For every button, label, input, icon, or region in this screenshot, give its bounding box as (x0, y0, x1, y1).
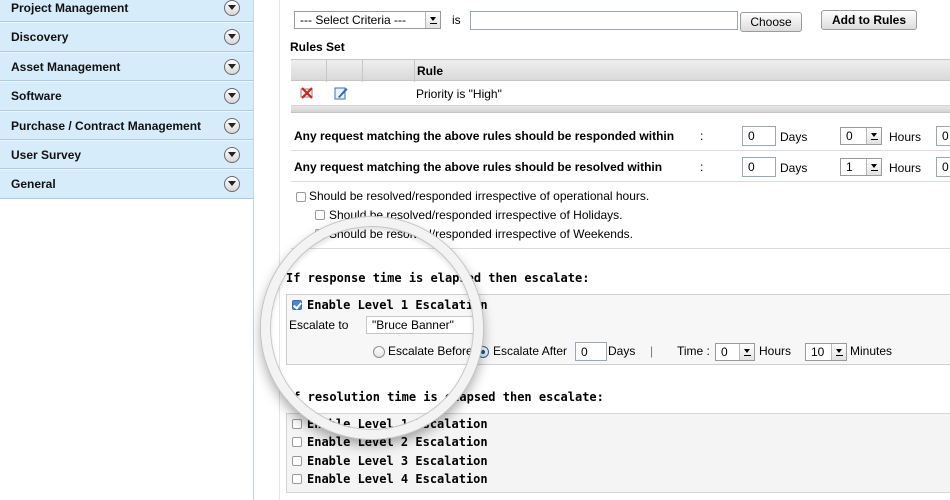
holidays-label: Should be resolved/responded irrespectiv… (329, 208, 623, 222)
divider-pipe: | (650, 344, 654, 358)
criteria-select[interactable]: --- Select Criteria --- (294, 11, 441, 29)
sidebar-item-label: Purchase / Contract Management (11, 118, 202, 133)
escalate-to-input[interactable]: "Bruce Banner" (366, 316, 476, 334)
chevron-down-icon (831, 344, 846, 360)
sidebar-item-general[interactable]: General (0, 169, 253, 199)
sidebar-item-asset-management[interactable]: Asset Management (0, 51, 253, 82)
resolve-days-label: Days (780, 161, 808, 175)
operational-hours-label: Should be resolved/responded irrespectiv… (309, 189, 650, 203)
escalate-days-input[interactable]: 0 (575, 342, 607, 361)
respond-within-label: Any request matching the above rules sho… (294, 129, 675, 143)
respond-days-label: Days (780, 130, 808, 144)
divider (291, 181, 950, 182)
sidebar-item-discovery[interactable]: Discovery (0, 22, 253, 52)
chevron-down-icon[interactable] (224, 0, 240, 16)
resolve-colon: : (700, 160, 704, 174)
resolve-hours-value: 1 (846, 160, 853, 174)
respond-minutes-input[interactable]: 0 (936, 126, 950, 146)
level3-resolution-checkbox[interactable] (292, 456, 302, 466)
level3-resolution-label: Enable Level 3 Escalation (307, 454, 488, 468)
time-label: Time : (677, 344, 710, 358)
resolve-days-input[interactable]: 0 (742, 157, 776, 177)
delete-icon[interactable] (300, 87, 314, 99)
table-row: Priority is "High" (291, 82, 950, 106)
escalate-days-label: Days (608, 344, 636, 358)
sidebar-list: Project Management Discovery Asset Manag… (0, 0, 253, 199)
sidebar-item-label: Asset Management (11, 59, 121, 74)
level1-resolution-label: Enable Level 1 Escalation (307, 417, 488, 431)
content-gutter (256, 0, 280, 500)
chevron-down-icon (866, 128, 881, 144)
criteria-select-value: --- Select Criteria --- (300, 13, 407, 27)
add-to-rules-button[interactable]: Add to Rules (821, 10, 917, 30)
chevron-down-icon[interactable] (224, 58, 240, 75)
resolve-minutes-input[interactable]: 0 (936, 157, 950, 177)
choose-button[interactable]: Choose (740, 12, 802, 32)
escalate-to-label: Escalate to (289, 318, 349, 332)
respond-days-input[interactable]: 0 (742, 126, 776, 146)
holidays-checkbox[interactable] (315, 210, 325, 220)
chevron-down-icon[interactable] (224, 88, 240, 105)
chevron-down-icon[interactable] (224, 146, 240, 163)
edit-icon[interactable] (334, 86, 348, 100)
response-escalation-title: If response time is elapsed then escalat… (286, 271, 590, 285)
respond-hours-value: 0 (846, 129, 853, 143)
sidebar-item-label: Software (11, 89, 62, 104)
chevron-down-icon[interactable] (224, 176, 240, 193)
respond-hours-select[interactable]: 0 (840, 127, 882, 145)
escalate-after-label: Escalate After (493, 344, 568, 358)
level2-resolution-checkbox[interactable] (292, 437, 302, 447)
weekends-label: Should be resolved/responded irrespectiv… (329, 227, 633, 241)
chevron-down-icon (866, 159, 881, 175)
response-escalation-panel: Enable Level 1 Escalation Escalate to "B… (286, 294, 950, 365)
chevron-down-icon[interactable] (224, 117, 240, 134)
level1-resolution-checkbox[interactable] (292, 419, 302, 429)
rules-set-title: Rules Set (290, 40, 345, 54)
weekends-checkbox[interactable] (315, 229, 325, 239)
sidebar: Project Management Discovery Asset Manag… (0, 0, 254, 500)
main-panel: --- Select Criteria --- is Choose Add to… (281, 0, 950, 500)
divider (291, 150, 950, 151)
level1-response-checkbox[interactable] (292, 300, 302, 310)
escalate-before-radio[interactable] (373, 346, 385, 358)
rules-grid-header: Rule (291, 59, 950, 82)
level4-resolution-checkbox[interactable] (292, 474, 302, 484)
resolution-escalation-title: If resolution time is elapsed then escal… (286, 390, 604, 404)
escalate-minutes-select[interactable]: 10 (805, 343, 847, 361)
resolve-hours-select[interactable]: 1 (840, 158, 882, 176)
escalate-minutes-label: Minutes (850, 344, 893, 358)
sidebar-item-user-survey[interactable]: User Survey (0, 139, 253, 170)
respond-colon: : (700, 129, 704, 143)
sidebar-item-label: Discovery (11, 30, 69, 45)
is-label: is (452, 13, 461, 27)
escalate-after-radio[interactable] (477, 346, 489, 358)
sidebar-item-label: User Survey (11, 147, 82, 162)
rules-grid-footer (291, 106, 950, 113)
level2-resolution-label: Enable Level 2 Escalation (307, 435, 488, 449)
resolve-within-label: Any request matching the above rules sho… (294, 160, 663, 174)
rule-text: Priority is "High" (416, 87, 502, 101)
sidebar-item-label: Project Management (11, 1, 129, 15)
sidebar-item-software[interactable]: Software (0, 81, 253, 111)
sidebar-item-purchase-contract[interactable]: Purchase / Contract Management (0, 110, 253, 140)
escalate-before-label: Escalate Before (388, 344, 473, 358)
operational-hours-checkbox[interactable] (296, 192, 306, 202)
chevron-down-icon (425, 12, 440, 28)
rule-column-header: Rule (417, 64, 444, 78)
level1-response-label: Enable Level 1 Escalation (307, 298, 488, 312)
sidebar-item-project-management[interactable]: Project Management (0, 0, 253, 23)
sidebar-item-label: General (11, 177, 56, 192)
chevron-down-icon[interactable] (224, 29, 240, 46)
escalate-hours-value: 0 (721, 345, 728, 359)
level4-resolution-label: Enable Level 4 Escalation (307, 472, 488, 486)
escalate-hours-select[interactable]: 0 (715, 343, 755, 361)
divider (291, 248, 950, 249)
escalate-minutes-value: 10 (811, 345, 825, 359)
escalate-hours-label: Hours (759, 344, 792, 358)
chevron-down-icon (739, 344, 754, 360)
respond-hours-label: Hours (889, 130, 922, 144)
criteria-value-input[interactable] (470, 11, 738, 30)
resolution-escalation-panel: Enable Level 1 Escalation Enable Level 2… (286, 413, 950, 493)
resolve-hours-label: Hours (889, 161, 922, 175)
